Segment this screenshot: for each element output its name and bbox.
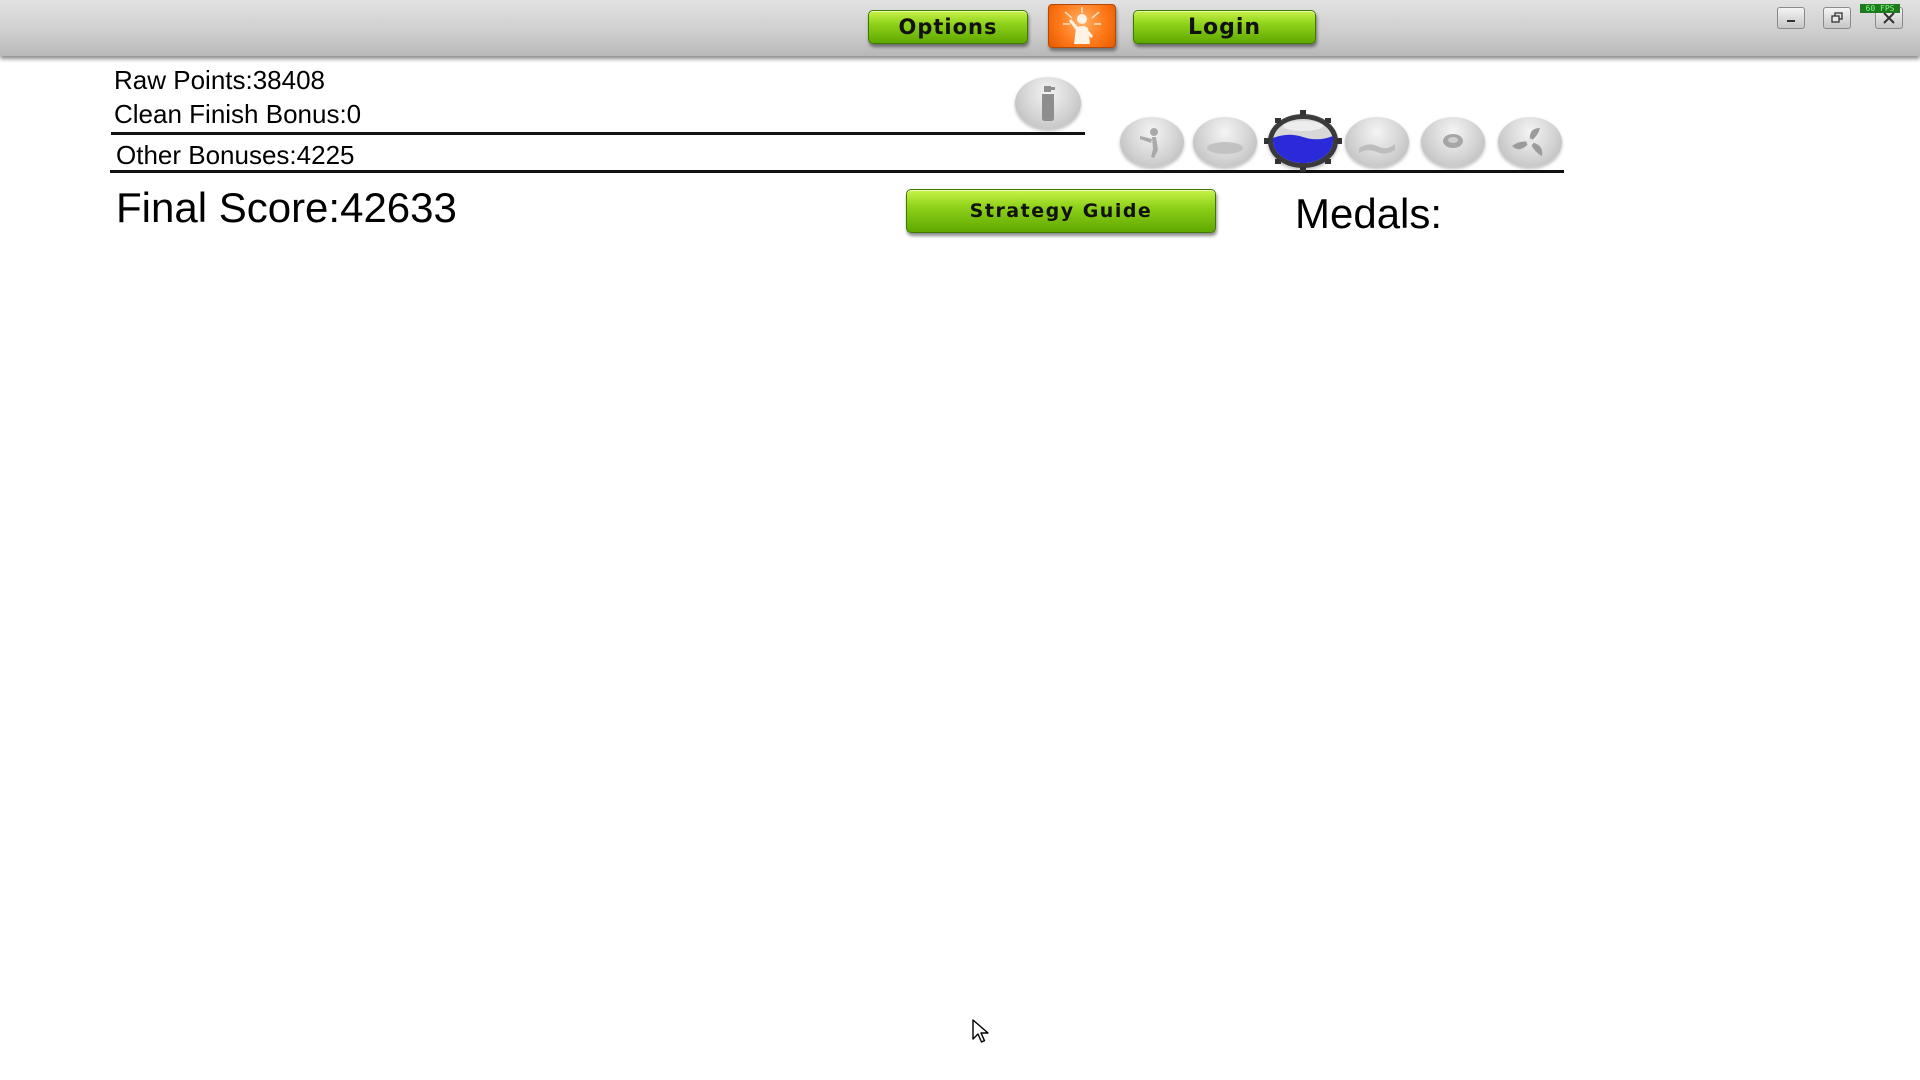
final-score-text: Final Score:42633 [116, 184, 457, 231]
minimize-icon [1787, 20, 1795, 22]
disc-icon [1443, 134, 1463, 148]
level-icon-water-tank-selected[interactable] [1264, 110, 1342, 172]
top-toolbar: Options Login 60 FPS [0, 0, 1920, 56]
water-tank-icon [1264, 110, 1342, 172]
level-icon-blank[interactable] [1193, 117, 1257, 167]
strategy-guide-button[interactable]: Strategy Guide [906, 189, 1216, 233]
restore-icon [1831, 12, 1843, 23]
fan-icon [1512, 128, 1543, 156]
options-button[interactable]: Options [868, 10, 1028, 44]
character-avatar-icon [1063, 7, 1101, 44]
divider-line [110, 170, 1564, 173]
figure-icon [1140, 128, 1158, 158]
minimize-button[interactable] [1777, 7, 1805, 29]
level-icon-bottle[interactable] [1015, 77, 1081, 129]
game-window: Options Login 60 FPS Raw Points:38408 Cl… [0, 0, 1920, 1080]
fps-counter: 60 FPS [1860, 4, 1900, 13]
blank-orb-icon [1207, 142, 1243, 154]
level-icon-wave[interactable] [1345, 117, 1409, 167]
restore-button[interactable] [1823, 7, 1851, 29]
clean-finish-bonus-text: Clean Finish Bonus:0 [114, 99, 362, 129]
level-icon-disc[interactable] [1421, 117, 1485, 167]
close-icon [1883, 12, 1895, 24]
wave-icon [1359, 144, 1395, 154]
medals-label: Medals: [1295, 190, 1443, 237]
raw-points-text: Raw Points:38408 [114, 65, 326, 95]
level-icon-fan[interactable] [1498, 117, 1562, 167]
level-icon-figure[interactable] [1120, 117, 1184, 167]
profile-avatar-button[interactable] [1048, 4, 1116, 48]
mouse-cursor-icon [972, 1019, 989, 1043]
bottle-icon [1042, 86, 1055, 121]
divider-line [111, 132, 1085, 135]
other-bonuses-text: Other Bonuses:4225 [116, 140, 355, 170]
login-button[interactable]: Login [1133, 10, 1316, 44]
